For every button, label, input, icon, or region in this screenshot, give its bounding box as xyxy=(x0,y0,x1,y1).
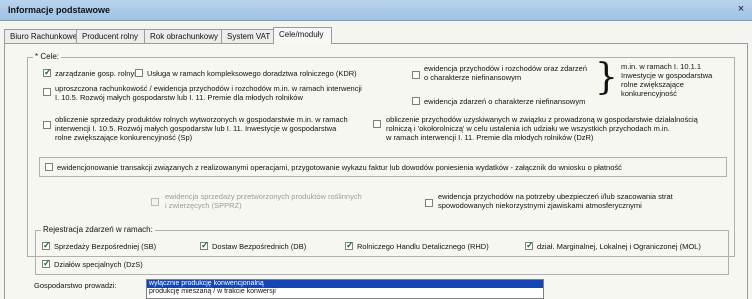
obl-sprzedazy-checkbox[interactable] xyxy=(43,121,51,129)
ewid-przychodow-label-1: ewidencja przychodów i rozchodów oraz zd… xyxy=(424,64,588,73)
dialog-window: Informacje podstawowe × Biuro Rachunkowe… xyxy=(0,0,752,299)
brace-icon: } xyxy=(595,57,618,98)
ewid-przychodow-checkbox[interactable] xyxy=(412,71,420,79)
zarzadzanie-checkbox[interactable] xyxy=(43,67,52,78)
gospodarstwo-option-konwencjonalna[interactable]: wyłącznie produkcję konwencjonalną xyxy=(147,280,543,288)
brace-text-3: rolne zwiększające xyxy=(621,80,684,89)
tab-system-vat[interactable]: System VAT xyxy=(221,29,274,43)
brace-text-1: m.in. w ramach I. 10.1.1 xyxy=(621,62,702,71)
uproszczona-label-2: I. 10.5. Rozwój małych gospodarstw lub I… xyxy=(55,93,303,102)
ewid-ubezpieczen-label-1: ewidencja przychodów na potrzeby ubezpie… xyxy=(438,192,673,201)
window-title: Informacje podstawowe xyxy=(8,5,111,15)
tab-producent-rolny[interactable]: Producent rolny xyxy=(76,29,145,43)
rej-mol-label: dział. Marginalnej, Lokalnej i Ograniczo… xyxy=(537,242,701,251)
brace-text-2: Inwestycje w gospodarstwa xyxy=(621,71,713,80)
ewid-ubezpieczen-checkbox[interactable] xyxy=(425,199,433,207)
rej-db-checkbox[interactable] xyxy=(200,240,209,251)
obl-przychodow-label-2: rolniczą i 'okołorolniczą' w celu ustale… xyxy=(386,124,670,133)
gospodarstwo-option-mieszana[interactable]: produkcję mieszaną / w trakcie konwersji xyxy=(147,288,543,296)
ewid-zdarzen-checkbox[interactable] xyxy=(412,97,420,105)
tab-panel: * Cele: zarządzanie gosp. rolnym Usługa … xyxy=(4,43,748,299)
usluga-kdr-label: Usługa w ramach kompleksowego doradztwa … xyxy=(147,69,357,78)
ewid-przychodow-label-2: o charakterze niefinansowym xyxy=(424,73,522,82)
title-bar: Informacje podstawowe × xyxy=(0,0,752,21)
rej-db-label: Dostaw Bezpośrednich (DB) xyxy=(212,242,307,251)
tab-cele-moduly[interactable]: Cele/moduły xyxy=(273,27,332,44)
rejestracja-legend: Rejestracja zdarzeń w ramach: xyxy=(41,225,155,234)
ewid-sprzedazy-label-2: i zwierzęcych (SPPRZ) xyxy=(165,201,242,210)
gospodarstwo-label: Gospodarstwo prowadzi: xyxy=(34,281,117,290)
uproszczona-label-1: uproszczona rachunkowość / ewidencja prz… xyxy=(55,84,362,93)
rej-rhd-label: Rolniczego Handlu Detalicznego (RHD) xyxy=(357,242,489,251)
ewid-transakcji-label: ewidencjonowanie transakcji związanych z… xyxy=(57,163,622,172)
rej-dzs-label: Działów specjalnych (DzS) xyxy=(54,260,143,269)
ewid-sprzedazy-label-1: ewidencja sprzedaży przetworzonych produ… xyxy=(165,192,362,201)
tab-biuro-rachunkowe[interactable]: Biuro Rachunkowe xyxy=(4,29,77,43)
tab-rok-obrachunkowy[interactable]: Rok obrachunkowy xyxy=(144,29,222,43)
ewid-zdarzen-label: ewidencja zdarzeń o charakterze niefinan… xyxy=(424,97,586,106)
rej-dzs-checkbox[interactable] xyxy=(42,258,51,269)
obl-przychodow-label-3: w ramach interwencji I. 11. Premie dla m… xyxy=(386,133,594,142)
rej-sb-label: Sprzedaży Bezpośredniej (SB) xyxy=(54,242,157,251)
obl-sprzedazy-label-2: interwencji I. 10.5. Rozwój małych gospo… xyxy=(55,124,337,133)
cele-legend: * Cele: xyxy=(33,52,62,61)
ewid-sprzedazy-checkbox[interactable] xyxy=(151,198,159,206)
obl-sprzedazy-label-3: rolne zwiększające konkurencyjność (Sp) xyxy=(55,133,193,142)
uproszczona-checkbox[interactable] xyxy=(43,88,51,96)
obl-przychodow-label-1: obliczenie przychodów uzyskiwanych w zwi… xyxy=(386,115,698,124)
brace-text-4: konkurencyjność xyxy=(621,89,677,98)
obl-przychodow-checkbox[interactable] xyxy=(373,120,381,128)
rej-rhd-checkbox[interactable] xyxy=(345,240,354,251)
rej-mol-checkbox[interactable] xyxy=(525,240,534,251)
usluga-kdr-checkbox[interactable] xyxy=(135,69,143,77)
rej-sb-checkbox[interactable] xyxy=(42,240,51,251)
obl-sprzedazy-label-1: obliczenie sprzedaży produktów rolnych w… xyxy=(55,115,348,124)
close-icon[interactable]: × xyxy=(734,3,748,16)
ewid-transakcji-checkbox[interactable] xyxy=(45,163,53,171)
gospodarstwo-listbox[interactable]: wyłącznie produkcję konwencjonalną produ… xyxy=(146,279,544,299)
ewid-ubezpieczen-label-2: spowodowanych niekorzystnymi zjawiskami … xyxy=(438,201,642,210)
zarzadzanie-label: zarządzanie gosp. rolnym xyxy=(55,69,141,78)
